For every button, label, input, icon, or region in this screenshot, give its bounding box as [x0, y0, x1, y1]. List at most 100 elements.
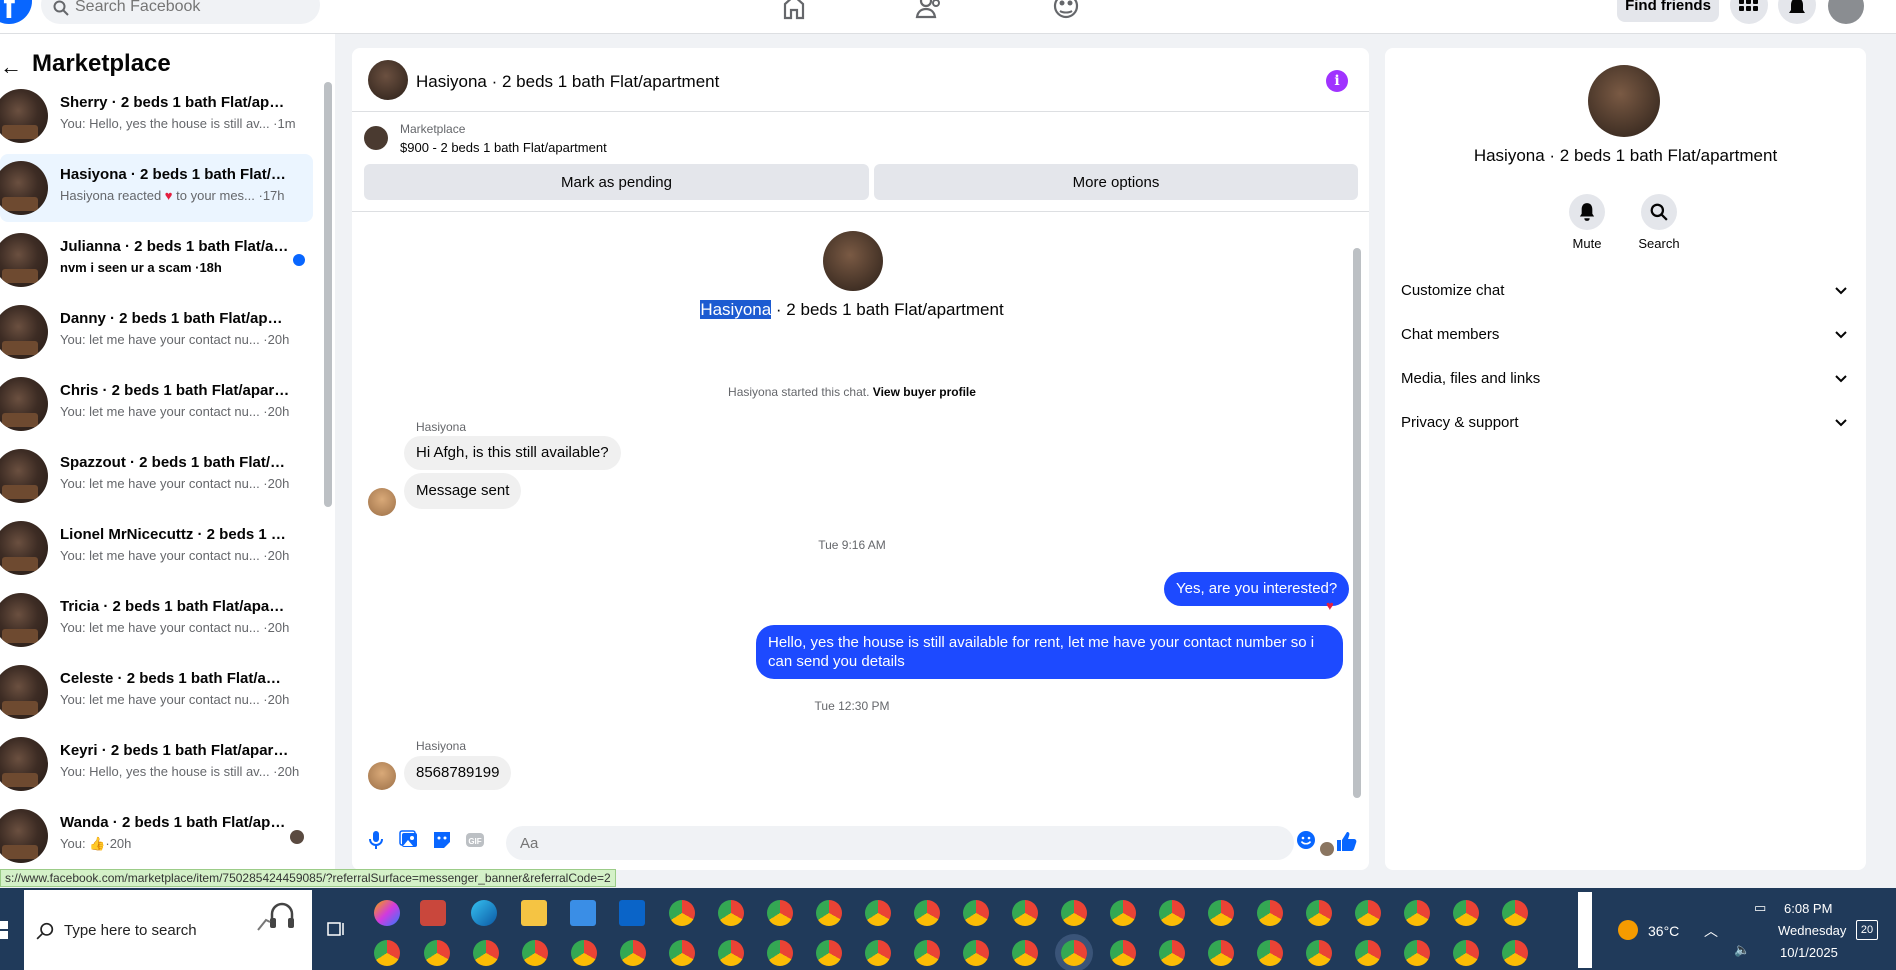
windows-start-icon[interactable] — [0, 912, 10, 948]
facebook-logo-icon[interactable]: f — [0, 0, 32, 26]
chrome-app-icon[interactable] — [865, 900, 891, 926]
conversation-item[interactable]: Celeste · 2 beds 1 bath Flat/apartment Y… — [0, 658, 313, 726]
clock-day[interactable]: Wednesday — [1778, 923, 1846, 938]
listing-thumbnail[interactable] — [364, 126, 388, 150]
chrome-app-icon[interactable] — [1502, 940, 1528, 966]
chrome-app-icon[interactable] — [767, 900, 793, 926]
chrome-app-icon[interactable] — [571, 940, 597, 966]
taskbar-search[interactable]: Type here to search — [24, 890, 312, 970]
taskbar-scroll[interactable] — [1578, 892, 1592, 968]
like-icon[interactable] — [1335, 830, 1357, 852]
chrome-app-icon[interactable] — [473, 940, 499, 966]
chrome-app-icon[interactable] — [1404, 940, 1430, 966]
chat-avatar[interactable] — [368, 60, 408, 100]
chrome-app-icon[interactable] — [1306, 900, 1332, 926]
chrome-app-icon[interactable] — [1502, 900, 1528, 926]
chrome-app-icon[interactable] — [914, 940, 940, 966]
chrome-app-icon[interactable] — [767, 940, 793, 966]
edge-app-icon[interactable] — [471, 900, 497, 926]
notification-center-button[interactable]: 20 — [1856, 920, 1878, 940]
back-arrow-icon[interactable]: ← — [0, 54, 22, 80]
file-explorer-app-icon[interactable] — [521, 900, 547, 926]
outgoing-message[interactable]: Hello, yes the house is still available … — [756, 625, 1343, 679]
chrome-app-icon[interactable] — [1306, 940, 1332, 966]
network-icon[interactable]: ▭ — [1754, 900, 1766, 916]
more-options-button[interactable]: More options — [874, 164, 1358, 200]
chrome-app-icon[interactable] — [1257, 900, 1283, 926]
outlook-app-icon[interactable] — [619, 900, 645, 926]
facebook-search[interactable] — [41, 0, 320, 24]
copilot-app-icon[interactable] — [374, 900, 400, 926]
chrome-app-icon[interactable] — [1404, 900, 1430, 926]
conversation-item[interactable]: Sherry · 2 beds 1 bath Flat/apartment Yo… — [0, 82, 313, 150]
conversation-item[interactable]: Julianna · 2 beds 1 bath Flat/apartment … — [0, 226, 313, 294]
chrome-app-icon[interactable] — [522, 940, 548, 966]
paint-app-icon[interactable] — [420, 900, 446, 926]
chrome-app-icon[interactable] — [1208, 940, 1234, 966]
message-input[interactable] — [506, 826, 1294, 860]
conversation-item[interactable]: Tricia · 2 beds 1 bath Flat/apartment Yo… — [0, 586, 313, 654]
customize-chat-section[interactable]: Customize chat — [1401, 278, 1851, 308]
chrome-app-icon[interactable] — [620, 940, 646, 966]
details-avatar[interactable] — [1588, 65, 1660, 137]
incoming-message[interactable]: 8568789199 — [404, 756, 512, 790]
chat-title[interactable]: Hasiyona · 2 beds 1 bath Flat/apartment — [416, 72, 719, 92]
heart-reaction-icon[interactable]: ♥ — [1326, 598, 1334, 613]
chrome-app-icon[interactable] — [1257, 940, 1283, 966]
gif-icon[interactable]: GIF — [465, 830, 485, 850]
incoming-message[interactable]: Hi Afgh, is this still available? — [404, 436, 621, 470]
chrome-app-icon[interactable] — [1453, 900, 1479, 926]
chrome-app-icon[interactable] — [1061, 900, 1087, 926]
chrome-app-icon[interactable] — [963, 940, 989, 966]
conversation-item[interactable]: Danny · 2 beds 1 bath Flat/apartment You… — [0, 298, 313, 366]
groups-icon[interactable] — [1052, 0, 1080, 20]
notifications-button[interactable] — [1778, 0, 1816, 24]
conversation-item[interactable]: Lionel MrNicecuttz · 2 beds 1 bath You: … — [0, 514, 313, 582]
chrome-app-icon[interactable] — [669, 940, 695, 966]
chrome-app-icon[interactable] — [669, 900, 695, 926]
tray-overflow-chevron-icon[interactable]: ︿ — [1704, 921, 1718, 941]
chrome-app-icon[interactable] — [1012, 900, 1038, 926]
conversation-item[interactable]: Wanda · 2 beds 1 bath Flat/apartment You… — [0, 802, 313, 870]
outgoing-message[interactable]: Yes, are you interested? — [1164, 572, 1350, 606]
privacy-support-section[interactable]: Privacy & support — [1401, 410, 1851, 440]
friends-icon[interactable] — [915, 0, 943, 20]
chrome-app-icon[interactable] — [1208, 900, 1234, 926]
conversation-item[interactable]: Hasiyona · 2 beds 1 bath Flat/apartment … — [0, 154, 313, 222]
weather-sun-icon[interactable] — [1618, 920, 1638, 940]
find-friends-button[interactable]: Find friends — [1617, 0, 1719, 22]
chrome-app-icon[interactable] — [1159, 900, 1185, 926]
chrome-app-icon[interactable] — [1110, 900, 1136, 926]
microphone-icon[interactable] — [366, 830, 386, 850]
chrome-app-icon[interactable] — [963, 900, 989, 926]
store-app-icon[interactable] — [570, 900, 596, 926]
sticker-icon[interactable] — [432, 830, 452, 850]
chrome-app-icon[interactable] — [816, 900, 842, 926]
clock-time[interactable]: 6:08 PM — [1784, 901, 1832, 916]
conversation-item[interactable]: Keyri · 2 beds 1 bath Flat/apartment You… — [0, 730, 313, 798]
sidebar-scrollbar[interactable] — [324, 82, 332, 507]
home-icon[interactable] — [780, 0, 808, 20]
chrome-app-icon[interactable] — [374, 940, 400, 966]
view-buyer-profile-link[interactable]: View buyer profile — [873, 385, 976, 399]
chrome-app-icon[interactable] — [1453, 940, 1479, 966]
thread-scrollbar[interactable] — [1353, 248, 1361, 798]
chrome-app-icon[interactable] — [914, 900, 940, 926]
task-view-icon[interactable] — [327, 920, 345, 938]
info-icon[interactable]: i — [1326, 70, 1348, 92]
listing-price[interactable]: $900 - 2 beds 1 bath Flat/apartment — [400, 140, 607, 155]
sender-avatar[interactable] — [368, 488, 396, 516]
chrome-app-icon[interactable] — [865, 940, 891, 966]
conversation-item[interactable]: Chris · 2 beds 1 bath Flat/apartment You… — [0, 370, 313, 438]
chrome-app-icon[interactable] — [1012, 940, 1038, 966]
profile-avatar[interactable] — [1828, 0, 1864, 24]
chrome-app-icon-active[interactable] — [1061, 940, 1087, 966]
search-in-chat-button[interactable] — [1641, 194, 1677, 230]
chrome-app-icon[interactable] — [1159, 940, 1185, 966]
chrome-app-icon[interactable] — [718, 940, 744, 966]
chrome-app-icon[interactable] — [1110, 940, 1136, 966]
mark-as-pending-button[interactable]: Mark as pending — [364, 164, 869, 200]
chrome-app-icon[interactable] — [816, 940, 842, 966]
photo-icon[interactable] — [399, 830, 419, 850]
chrome-app-icon[interactable] — [718, 900, 744, 926]
